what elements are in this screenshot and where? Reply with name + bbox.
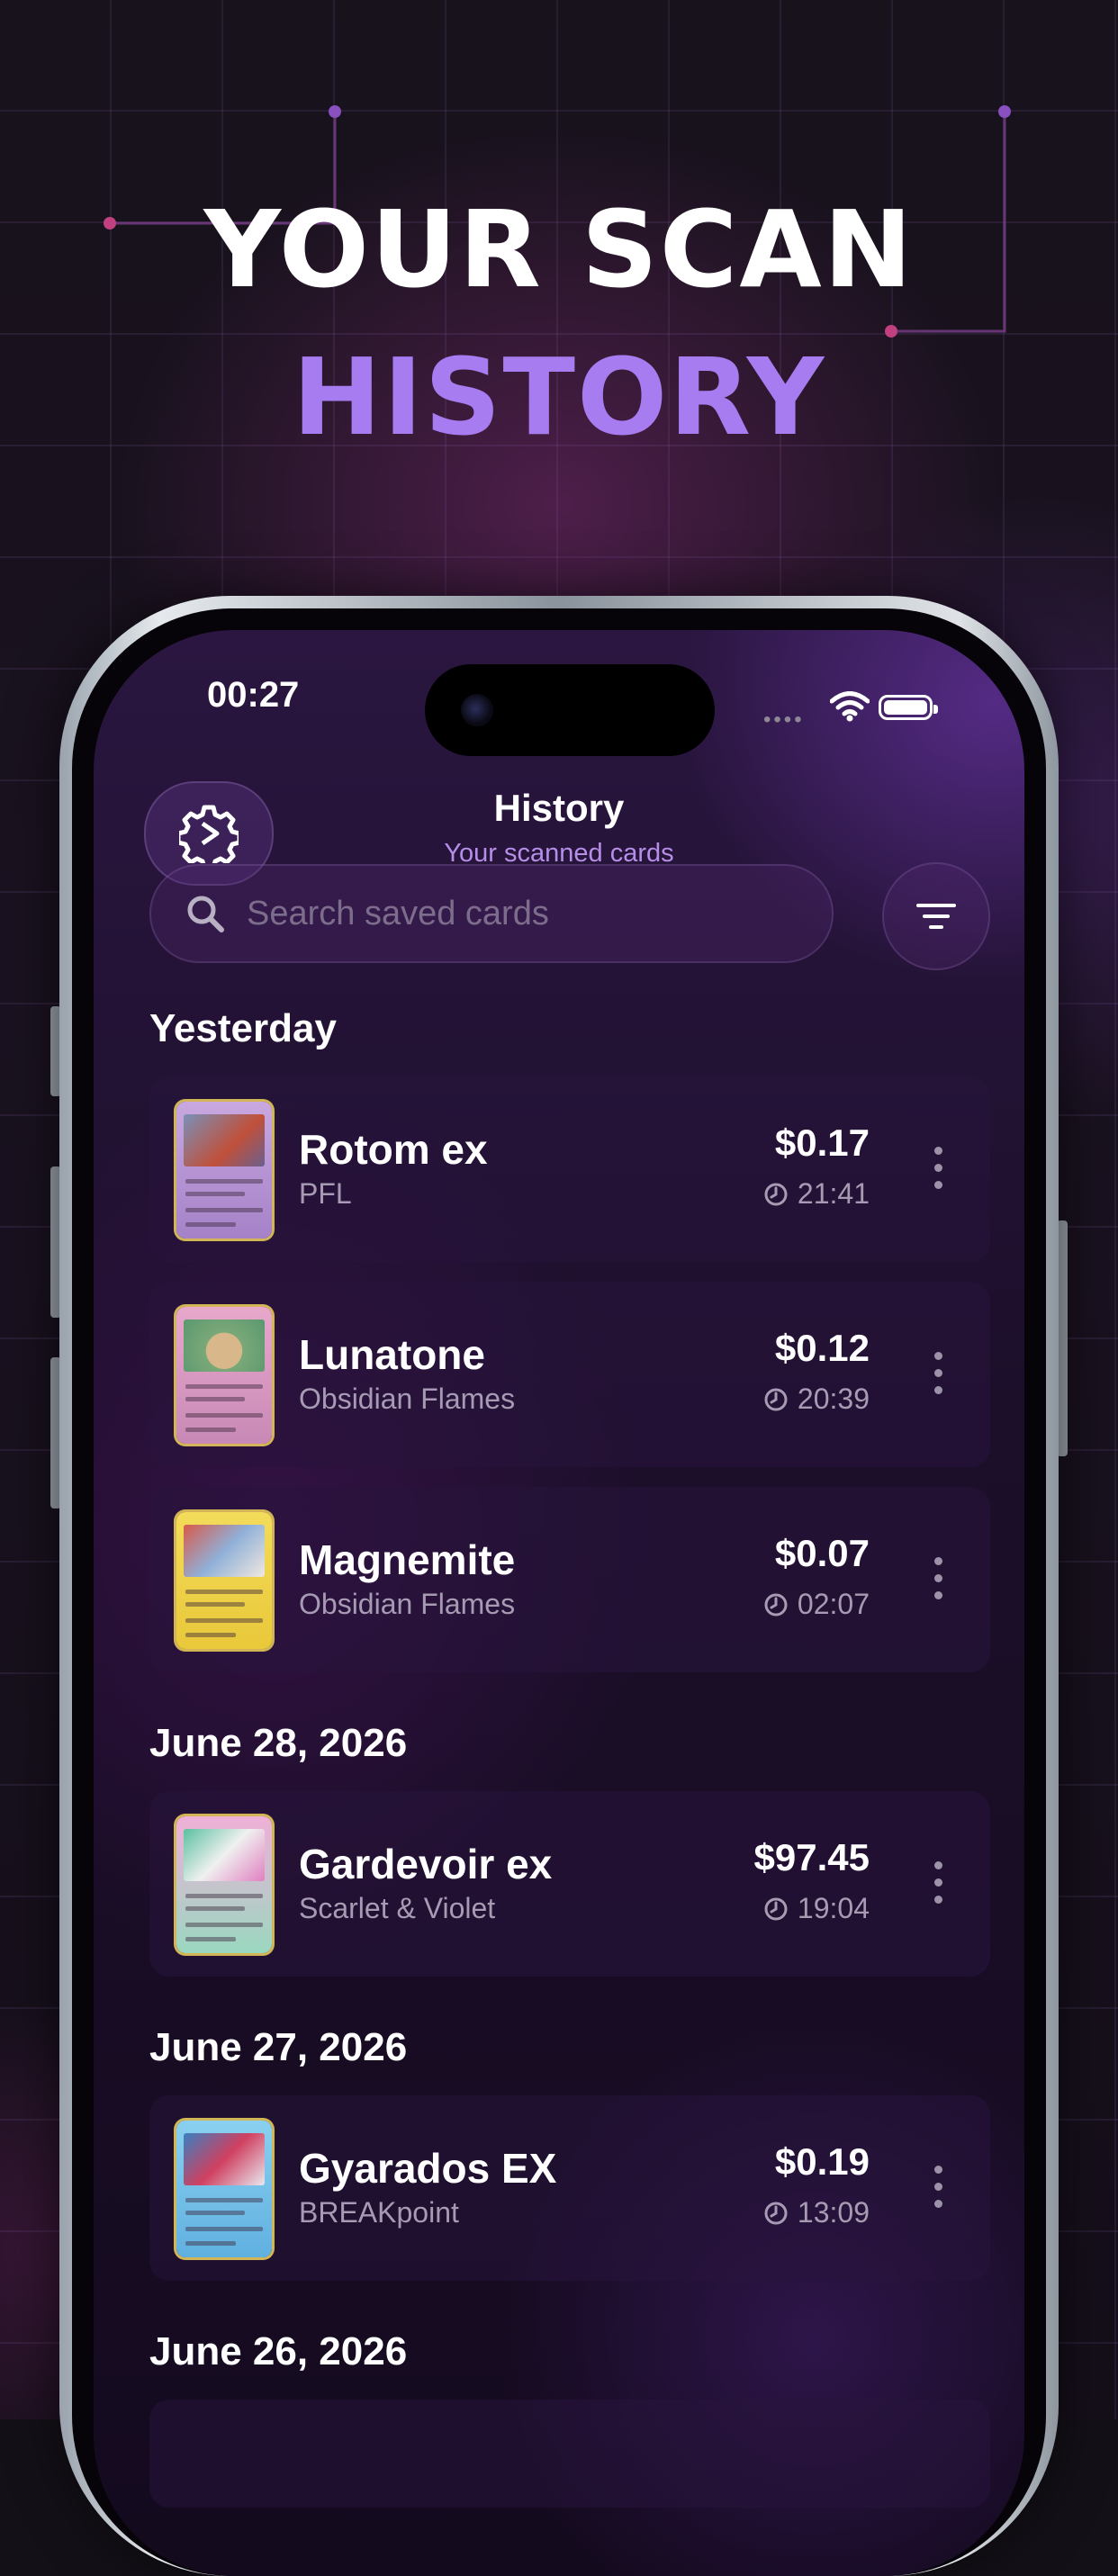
wifi-icon <box>830 691 870 722</box>
scan-time-label: 13:09 <box>797 2196 870 2229</box>
card-set: Obsidian Flames <box>299 1383 516 1415</box>
card-price: $0.17 <box>774 1121 870 1164</box>
history-card[interactable]: Gardevoir ex Scarlet & Violet $97.45 19:04 <box>149 1791 990 1977</box>
card-name: Gyarados EX <box>299 2145 557 2192</box>
card-price: $0.19 <box>774 2140 870 2183</box>
history-card[interactable]: Rotom ex PFL $0.17 21:41 <box>149 1076 990 1262</box>
card-set: BREAKpoint <box>299 2196 459 2229</box>
page-title: History <box>493 787 625 829</box>
more-options-button[interactable] <box>934 1557 943 1602</box>
scan-time-label: 20:39 <box>797 1383 870 1415</box>
scan-time: 02:07 <box>763 1588 870 1621</box>
scan-time-label: 02:07 <box>797 1588 870 1620</box>
scan-time-label: 21:41 <box>797 1177 870 1210</box>
filter-button[interactable] <box>882 862 990 970</box>
card-set: PFL <box>299 1177 352 1210</box>
scan-time: 13:09 <box>763 2196 870 2229</box>
clock-icon <box>764 2202 788 2224</box>
card-set: Obsidian Flames <box>299 1588 516 1620</box>
card-thumbnail <box>176 2121 272 2257</box>
history-card[interactable]: Gyarados EX BREAKpoint $0.19 13:09 <box>149 2095 990 2281</box>
more-options-button[interactable] <box>934 1352 943 1397</box>
card-set: Scarlet & Violet <box>299 1892 496 1924</box>
clock-icon <box>764 1183 788 1205</box>
search-input[interactable]: Search saved cards <box>149 864 834 963</box>
card-thumbnail <box>176 1102 272 1238</box>
card-name: Rotom ex <box>299 1126 488 1173</box>
scan-time: 21:41 <box>763 1177 870 1211</box>
card-price: $0.07 <box>774 1532 870 1574</box>
battery-icon <box>879 695 938 720</box>
scan-time: 20:39 <box>763 1383 870 1416</box>
history-card[interactable]: Magnemite Obsidian Flames $0.07 02:07 <box>149 1487 990 1672</box>
section-header: Yesterday <box>149 1006 337 1050</box>
phone-frame: 00:27 •••• History Your scanned cards Se… <box>59 596 1059 2576</box>
card-price: $0.12 <box>774 1327 870 1369</box>
scan-time-label: 19:04 <box>797 1892 870 1924</box>
card-name: Gardevoir ex <box>299 1841 553 1887</box>
card-thumbnail <box>176 1512 272 1649</box>
clock-icon <box>764 1593 788 1616</box>
history-card-partial[interactable] <box>149 2400 990 2508</box>
search-icon <box>187 896 224 932</box>
scan-time: 19:04 <box>763 1892 870 1925</box>
more-options-button[interactable] <box>934 2166 943 2211</box>
more-options-button[interactable] <box>934 1861 943 1906</box>
clock-icon <box>764 1388 788 1410</box>
card-price: $97.45 <box>753 1836 870 1878</box>
app-screen: 00:27 •••• History Your scanned cards Se… <box>94 630 1024 2576</box>
history-card[interactable]: Lunatone Obsidian Flames $0.12 20:39 <box>149 1282 990 1467</box>
more-options-button[interactable] <box>934 1147 943 1192</box>
card-thumbnail <box>176 1307 272 1444</box>
search-placeholder: Search saved cards <box>247 894 549 932</box>
section-header: June 26, 2026 <box>149 2329 408 2373</box>
clock-icon <box>764 1897 788 1920</box>
filter-icon <box>916 904 956 929</box>
card-thumbnail <box>176 1816 272 1953</box>
card-name: Magnemite <box>299 1536 516 1583</box>
phone-bezel: 00:27 •••• History Your scanned cards Se… <box>72 608 1046 2576</box>
headline-line-2: HISTORY <box>292 335 826 459</box>
headline-line-1: YOUR SCAN <box>203 187 915 311</box>
section-header: June 27, 2026 <box>149 2025 408 2069</box>
section-header: June 28, 2026 <box>149 1721 408 1765</box>
signal-icon: •••• <box>763 707 805 732</box>
status-time: 00:27 <box>207 675 300 715</box>
dynamic-island <box>425 664 715 756</box>
camera-icon <box>461 694 493 726</box>
card-name: Lunatone <box>299 1331 485 1378</box>
